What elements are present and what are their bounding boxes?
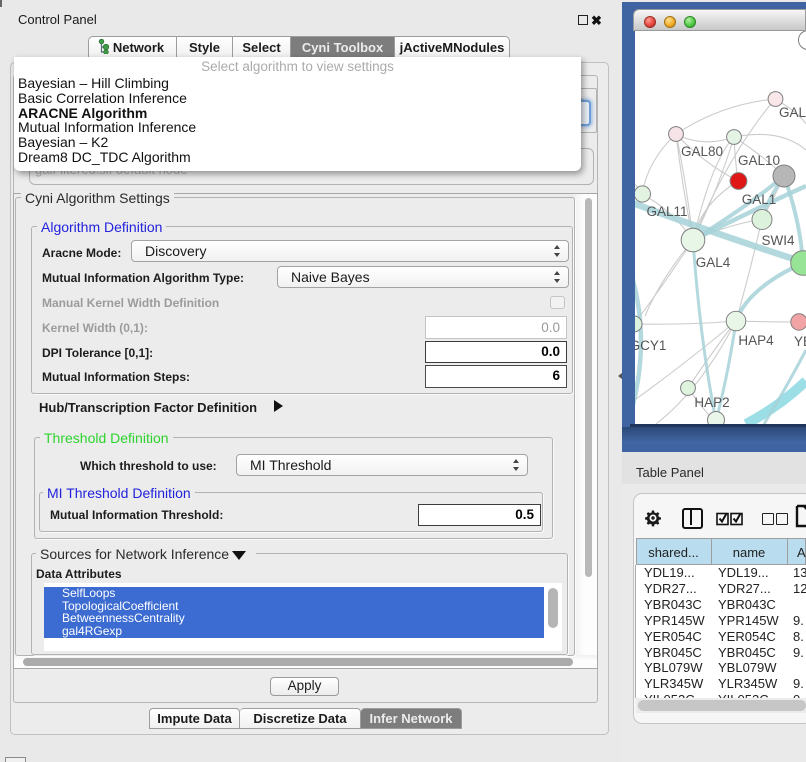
svg-text:YER0: YER0 [794,334,806,349]
svg-text:GAL11: GAL11 [646,204,687,219]
svg-text:SWI4: SWI4 [761,233,794,248]
svg-text:HAP4: HAP4 [738,333,774,348]
svg-text:GAL80: GAL80 [681,144,723,159]
svg-text:GAL8: GAL8 [779,105,806,120]
svg-text:GAL4: GAL4 [696,255,731,270]
svg-text:GAL1: GAL1 [742,192,777,207]
svg-text:GCY1: GCY1 [635,338,666,353]
svg-text:GAL10: GAL10 [738,153,780,168]
svg-text:HAP2: HAP2 [694,395,729,410]
